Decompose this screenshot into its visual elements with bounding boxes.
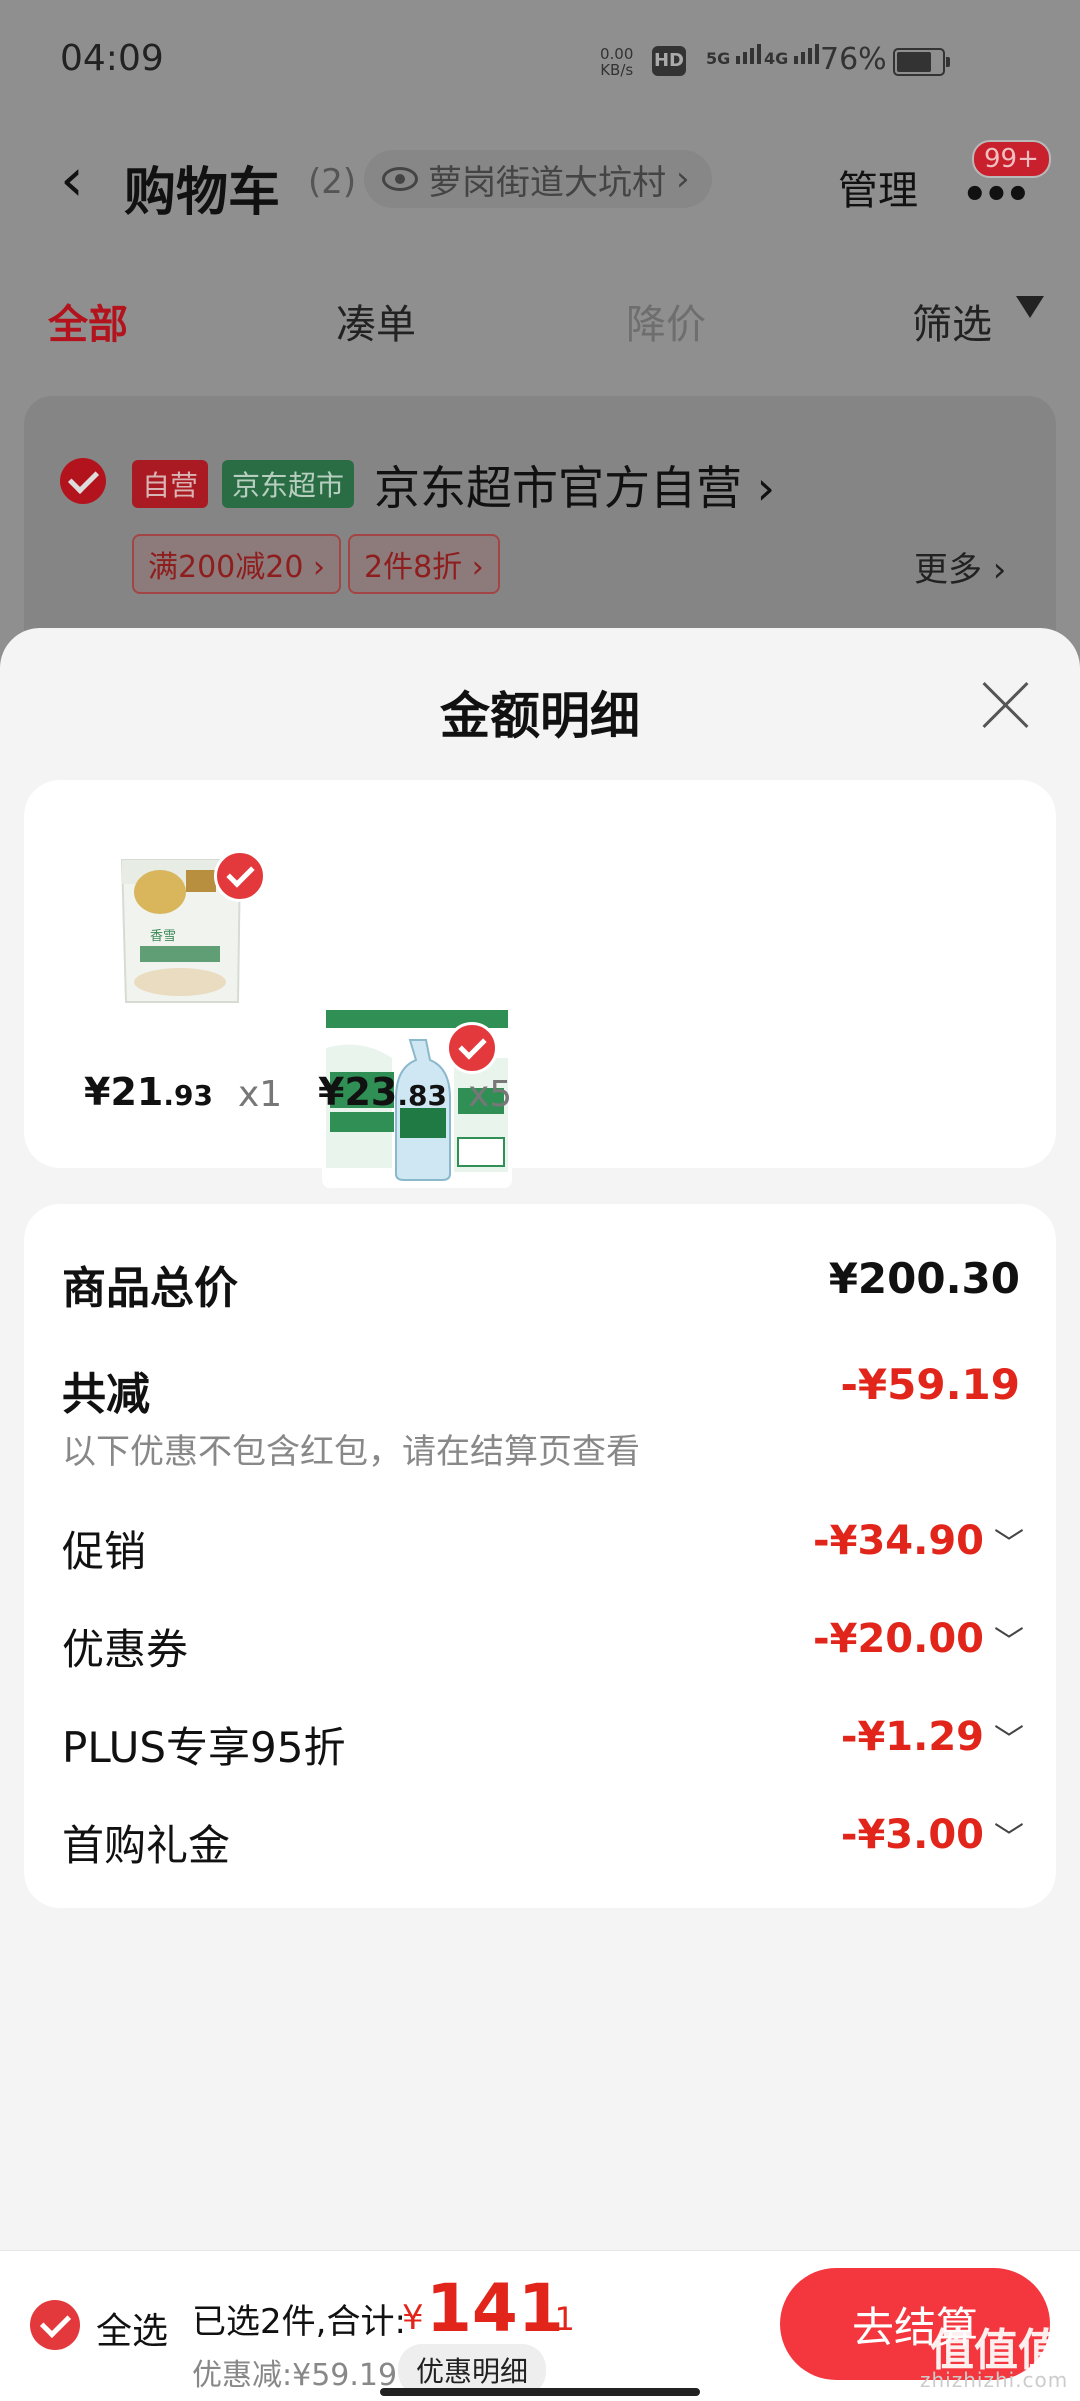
saved-amount: 优惠减:¥59.19: [192, 2358, 398, 2393]
eye-icon: [382, 167, 418, 191]
discount-value: -¥34.90: [813, 1518, 984, 1564]
product-price: ¥23.83: [318, 1070, 447, 1114]
reduce-value: -¥59.19: [840, 1360, 1020, 1409]
page-title: 购物车: [124, 163, 281, 223]
select-all-check-icon[interactable]: [30, 2300, 80, 2350]
selected-check-icon: [446, 1022, 498, 1074]
price-decimal: .83: [397, 1079, 447, 1112]
battery-percent: 76%: [820, 42, 887, 77]
discount-row-first-buy[interactable]: -¥3.00 ﹀: [841, 1812, 1024, 1858]
price-decimal: .93: [163, 1079, 213, 1112]
hd-icon: HD: [652, 46, 686, 76]
more-menu-icon[interactable]: •••: [962, 172, 1031, 218]
tab-all[interactable]: 全部: [48, 292, 128, 350]
sim2-signal: 4G: [764, 44, 819, 68]
discount-label-first-buy: 首购礼金: [62, 1821, 231, 1870]
selected-summary: 已选2件,合计:: [192, 2302, 406, 2342]
tab-filter[interactable]: 筛选: [912, 292, 992, 350]
chevron-down-icon: ﹀: [994, 1821, 1024, 1856]
reduce-label: 共减: [62, 1369, 150, 1420]
self-operated-tag: 自营: [132, 460, 209, 508]
status-bar: 04:09 0.00 KB/s HD 5G 4G 76%: [0, 0, 1080, 120]
jd-supermarket-tag: 京东超市: [222, 460, 355, 508]
sheet-title: 金额明细: [440, 687, 640, 745]
status-time: 04:09: [60, 38, 164, 79]
discount-row-promo[interactable]: -¥34.90 ﹀: [813, 1518, 1024, 1564]
price-integer: ¥23: [318, 1070, 398, 1114]
net-speed-unit: KB/s: [600, 61, 634, 79]
discount-value: -¥1.29: [840, 1714, 984, 1760]
chevron-down-icon: ﹀: [994, 1527, 1024, 1562]
total-decimal: .11: [524, 2300, 575, 2338]
manage-button[interactable]: 管理: [838, 158, 918, 216]
signal-icon: [793, 44, 819, 64]
chevron-right-icon: ›: [676, 159, 690, 199]
product-qty: x5: [468, 1074, 513, 1115]
total-label: 商品总价: [62, 1263, 238, 1314]
discount-row-coupon[interactable]: -¥20.00 ﹀: [813, 1616, 1024, 1662]
store-more-link[interactable]: 更多 ›: [914, 542, 1006, 591]
product-price: ¥21.93: [84, 1070, 213, 1114]
discount-value: -¥20.00: [813, 1616, 984, 1662]
discount-row-plus[interactable]: -¥1.29 ﹀: [841, 1714, 1024, 1760]
filter-icon[interactable]: [1016, 296, 1044, 318]
home-indicator[interactable]: [380, 2388, 700, 2396]
svg-text:香雪: 香雪: [150, 929, 176, 944]
selected-check-icon: [214, 850, 266, 902]
net-speed-value: 0.00: [600, 45, 634, 63]
store-check-icon[interactable]: [60, 458, 106, 504]
chevron-down-icon: ﹀: [994, 1625, 1024, 1660]
location-text: 萝岗街道大坑村: [428, 162, 666, 203]
discount-label-plus: PLUS专享95折: [62, 1723, 346, 1772]
select-all-label[interactable]: 全选: [96, 2302, 168, 2354]
discount-value: -¥3.00: [840, 1812, 984, 1858]
price-integer: ¥21: [84, 1070, 164, 1114]
promo-tag[interactable]: 满200减20 ›: [132, 534, 341, 594]
promo-tag[interactable]: 2件8折 ›: [348, 534, 500, 594]
store-name-text: 京东超市官方自营: [374, 461, 742, 515]
discount-label-coupon: 优惠券: [62, 1625, 189, 1674]
location-selector[interactable]: 萝岗街道大坑村 ›: [364, 150, 712, 208]
total-currency: ¥: [402, 2298, 424, 2338]
total-value: ¥200.30: [828, 1254, 1020, 1303]
message-badge: 99+: [972, 140, 1051, 178]
back-icon[interactable]: ‹: [60, 150, 84, 210]
chevron-down-icon: ﹀: [994, 1723, 1024, 1758]
cart-count: (2): [308, 162, 357, 202]
signal-icon: [735, 44, 761, 64]
store-name[interactable]: 京东超市官方自营 ›: [374, 452, 775, 518]
tab-price-drop[interactable]: 降价: [626, 292, 706, 350]
close-icon[interactable]: [980, 680, 1030, 730]
product-image-flour: 香雪: [90, 832, 270, 1012]
product-qty: x1: [238, 1074, 283, 1115]
watermark-site: zhizhizhi.com: [920, 2368, 1069, 2392]
tab-bundle[interactable]: 凑单: [336, 292, 416, 350]
discount-note: 以下优惠不包含红包，请在结算页查看: [62, 1432, 640, 1472]
battery-icon: [893, 48, 950, 76]
discount-label-promo: 促销: [62, 1527, 147, 1576]
net-speed: 0.00 KB/s: [600, 46, 633, 78]
sim1-label: 5G: [706, 49, 731, 68]
sim1-signal: 5G: [706, 44, 761, 68]
chevron-right-icon: ›: [756, 461, 776, 515]
sim2-label: 4G: [764, 49, 789, 68]
